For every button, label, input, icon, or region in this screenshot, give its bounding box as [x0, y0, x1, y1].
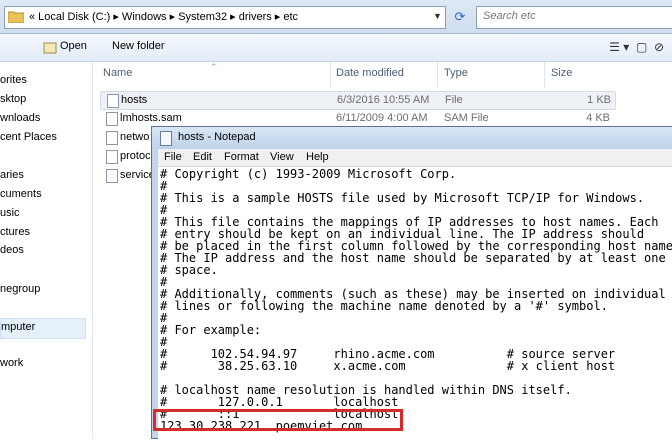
- file-name: hosts: [121, 94, 148, 106]
- notepad-icon: [160, 131, 172, 146]
- address-bar[interactable]: « Local Disk (C:) ▸ Windows ▸ System32 ▸…: [4, 6, 446, 29]
- notepad-text-area[interactable]: # Copyright (c) 1993-2009 Microsoft Corp…: [158, 167, 672, 440]
- sort-arrow-icon: ⌃: [210, 62, 218, 72]
- folder-icon: [8, 11, 24, 23]
- file-row[interactable]: lmhosts.sam 6/11/2009 4:00 AM SAM File 4…: [100, 110, 614, 127]
- notepad-titlebar[interactable]: hosts - Notepad: [152, 127, 672, 149]
- nav-item-computer[interactable]: mputer: [0, 318, 86, 339]
- column-header-size[interactable]: Size: [551, 67, 572, 79]
- file-name: service: [120, 169, 155, 181]
- file-icon: [106, 150, 118, 164]
- file-name: protoc: [120, 150, 151, 162]
- text-line: # lines or following the machine name de…: [160, 299, 608, 313]
- nav-item-videos[interactable]: deos: [0, 244, 24, 256]
- file-size: 1 KB: [587, 94, 611, 106]
- text-line: # This is a sample HOSTS file used by Mi…: [160, 191, 645, 205]
- nav-item-recent-places[interactable]: cent Places: [0, 131, 57, 143]
- text-line: # The IP address and the host name shoul…: [160, 251, 666, 265]
- nav-item-homegroup[interactable]: negroup: [0, 283, 40, 295]
- nav-item-desktop[interactable]: sktop: [0, 93, 26, 105]
- file-type: SAM File: [444, 112, 489, 124]
- search-placeholder: Search etc: [483, 10, 536, 22]
- file-icon: [106, 112, 118, 126]
- file-size: 4 KB: [586, 112, 610, 124]
- nav-item-downloads[interactable]: wnloads: [0, 112, 40, 124]
- menu-format[interactable]: Format: [224, 151, 259, 163]
- view-options-icon[interactable]: ☰ ▾ ▢ ⊘: [609, 40, 664, 54]
- nav-item-libraries[interactable]: aries: [0, 169, 24, 181]
- notepad-window: hosts - Notepad File Edit Format View He…: [151, 126, 672, 440]
- column-divider: [330, 62, 331, 87]
- text-line: # space.: [160, 263, 218, 277]
- file-row[interactable]: hosts 6/3/2016 10:55 AM File 1 KB: [100, 91, 616, 110]
- menu-help[interactable]: Help: [306, 151, 329, 163]
- open-icon: [43, 42, 57, 54]
- notepad-menubar: File Edit Format View Help: [158, 149, 672, 167]
- nav-item-favorites[interactable]: orites: [0, 74, 27, 86]
- column-divider: [544, 62, 545, 87]
- nav-item-pictures[interactable]: ctures: [0, 226, 30, 238]
- notepad-title: hosts - Notepad: [178, 131, 256, 143]
- file-icon: [106, 169, 118, 183]
- new-folder-button[interactable]: New folder: [112, 40, 165, 52]
- address-bar-area: « Local Disk (C:) ▸ Windows ▸ System32 ▸…: [0, 0, 672, 34]
- open-button[interactable]: Open: [60, 40, 87, 52]
- refresh-icon[interactable]: ⟳: [450, 6, 470, 27]
- file-icon: [107, 94, 119, 108]
- text-line: # Copyright (c) 1993-2009 Microsoft Corp…: [160, 167, 457, 181]
- menu-view[interactable]: View: [270, 151, 294, 163]
- file-type: File: [445, 94, 463, 106]
- menu-file[interactable]: File: [164, 151, 182, 163]
- column-header-date[interactable]: Date modified: [336, 67, 404, 79]
- highlight-box: [153, 409, 403, 431]
- file-icon: [106, 131, 118, 145]
- chevron-down-icon[interactable]: ▼: [433, 11, 442, 21]
- column-header-type[interactable]: Type: [444, 67, 468, 79]
- file-name: lmhosts.sam: [120, 112, 182, 124]
- nav-item-documents[interactable]: cuments: [0, 188, 42, 200]
- text-line: # For example:: [160, 323, 262, 337]
- text-line: # 38.25.63.10 x.acme.com # x client host: [160, 359, 616, 373]
- file-date: 6/3/2016 10:55 AM: [337, 94, 430, 106]
- column-divider: [437, 62, 438, 87]
- menu-edit[interactable]: Edit: [193, 151, 212, 163]
- file-name: netwo: [120, 131, 150, 143]
- column-header-name[interactable]: Name: [103, 67, 132, 79]
- address-path: « Local Disk (C:) ▸ Windows ▸ System32 ▸…: [29, 11, 299, 23]
- file-date: 6/11/2009 4:00 AM: [336, 112, 428, 124]
- navigation-pane: orites sktop wnloads cent Places aries c…: [0, 62, 93, 439]
- command-bar: Open New folder ☰ ▾ ▢ ⊘: [0, 34, 672, 62]
- search-input[interactable]: Search etc: [476, 6, 672, 29]
- nav-item-music[interactable]: usic: [0, 207, 20, 219]
- nav-item-network[interactable]: work: [0, 357, 23, 369]
